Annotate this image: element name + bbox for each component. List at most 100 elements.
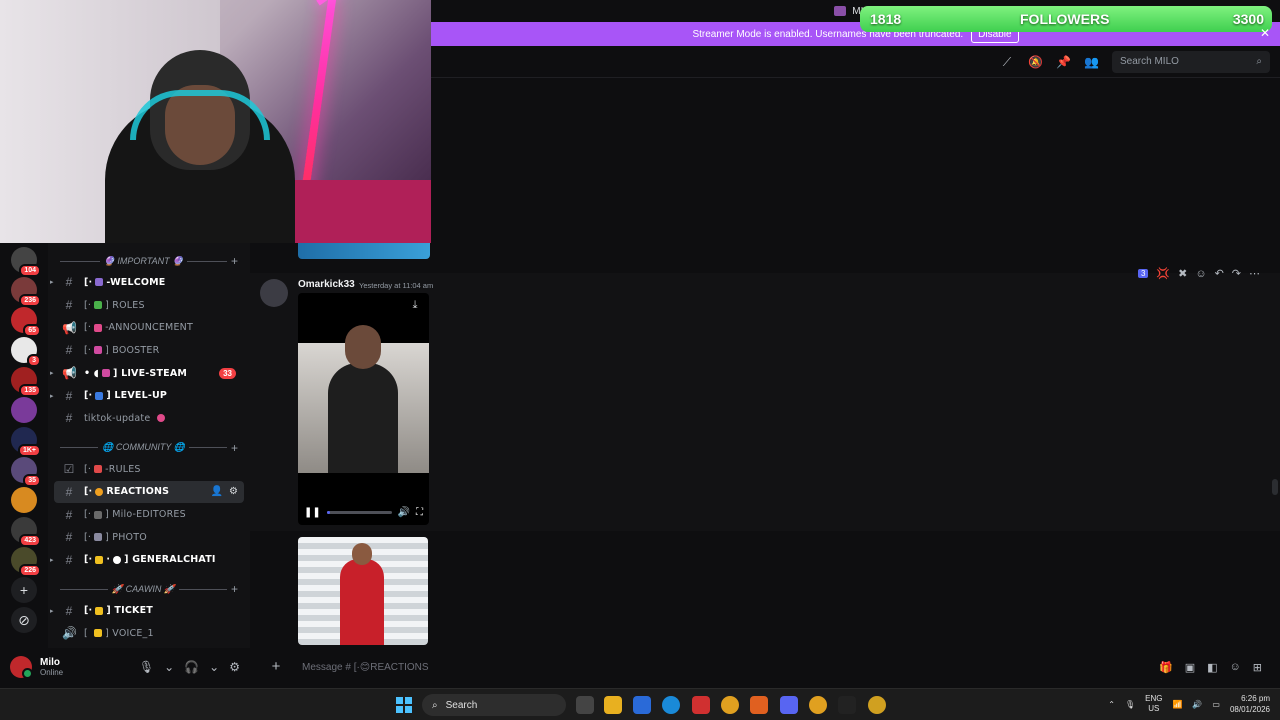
scrollbar[interactable]: [1272, 479, 1278, 495]
threads-icon[interactable]: ⟋: [1000, 55, 1014, 69]
channel-tiktok-update[interactable]: # tiktok-update: [54, 407, 244, 430]
taskbar-search[interactable]: ⌕ Search: [422, 694, 566, 716]
file-explorer-icon[interactable]: [604, 696, 622, 714]
image-attachment[interactable]: [298, 537, 428, 645]
volume-icon[interactable]: 🔊: [1192, 700, 1202, 709]
gear-icon[interactable]: ⚙: [229, 660, 240, 674]
message-composer: + Message # [·😊REACTIONS 🎁 ▣ ◧ ☺ ⊞: [250, 648, 1280, 686]
message-input[interactable]: Message # [·😊REACTIONS: [302, 662, 1122, 673]
language-indicator[interactable]: ENG US: [1145, 694, 1162, 714]
pause-icon[interactable]: ❚❚: [304, 507, 321, 518]
gear-icon[interactable]: ⚙: [229, 486, 238, 497]
add-reaction-icon[interactable]: ☺: [1195, 268, 1206, 280]
start-button[interactable]: [396, 697, 412, 713]
clock[interactable]: 6:26 pm 08/01/2026: [1230, 693, 1270, 715]
category-caawin[interactable]: 🚀 CAAWIN 🚀 +: [48, 579, 250, 599]
server-icon[interactable]: 1K+: [11, 427, 41, 457]
apps-icon[interactable]: ⊞: [1253, 661, 1262, 674]
avatar[interactable]: [260, 279, 288, 307]
add-channel-icon[interactable]: +: [231, 441, 238, 455]
app-icon[interactable]: [750, 696, 768, 714]
sticker-icon[interactable]: ◧: [1207, 661, 1217, 674]
server-icon[interactable]: 35: [11, 457, 41, 487]
app-icon[interactable]: [692, 696, 710, 714]
volume-icon[interactable]: 🔊: [398, 507, 410, 518]
chrome-icon[interactable]: [868, 696, 886, 714]
channel-live-stream[interactable]: ▸ 📢 • ◖] LIVE-STEAM 33: [50, 362, 244, 385]
notification-bell-icon[interactable]: 🔕: [1028, 55, 1043, 69]
server-icon[interactable]: 135: [11, 367, 41, 397]
server-icon[interactable]: [11, 487, 37, 513]
microphone-icon[interactable]: 🎙: [139, 660, 154, 674]
edge-icon[interactable]: [662, 696, 680, 714]
member-list-icon[interactable]: 👥: [1084, 55, 1099, 69]
reply-icon[interactable]: ↶: [1215, 267, 1224, 280]
microphone-icon[interactable]: 🎙: [1125, 700, 1135, 709]
discord-icon[interactable]: [780, 696, 798, 714]
channel-rules[interactable]: ☑ [· -RULES: [54, 458, 244, 481]
server-icon[interactable]: 3: [11, 337, 41, 367]
task-view-icon[interactable]: [576, 696, 594, 714]
channel-roles[interactable]: # [·] ROLES: [54, 294, 244, 317]
channel-ticket[interactable]: ▸ # [·] TICKET: [50, 599, 244, 622]
add-channel-icon[interactable]: +: [231, 582, 238, 596]
video-player[interactable]: ⤓ ❚❚ 🔊 ⛶: [298, 293, 429, 525]
server-icon[interactable]: [11, 397, 37, 423]
wifi-icon[interactable]: 📶: [1172, 700, 1182, 709]
chevron-down-icon[interactable]: ⌄: [209, 660, 219, 674]
reaction-icon[interactable]: ✖: [1178, 267, 1187, 280]
hash-icon: #: [65, 388, 73, 403]
category-label: 🔮 IMPORTANT 🔮: [103, 255, 184, 266]
emoji-icon[interactable]: ☺: [1230, 661, 1241, 674]
server-icon[interactable]: 226: [11, 547, 41, 577]
channel-list: 🔮 IMPORTANT 🔮 + ▸ # [· -WELCOME # [·] ROLES …: [48, 243, 250, 648]
close-icon[interactable]: ✕: [1260, 26, 1270, 40]
category-important[interactable]: 🔮 IMPORTANT 🔮 +: [48, 251, 250, 271]
chevron-right-icon: ▸: [50, 607, 54, 615]
channel-milo-editores[interactable]: # [·] Milo-EDITORES: [54, 503, 244, 526]
channel-header: ⟋ 🔕 📌 👥 Search MILO ⌕: [431, 46, 1280, 78]
server-icon[interactable]: 65: [11, 307, 41, 337]
forward-icon[interactable]: ↷: [1232, 267, 1241, 280]
store-icon[interactable]: [633, 696, 651, 714]
add-channel-icon[interactable]: +: [231, 254, 238, 268]
chevron-down-icon[interactable]: ⌄: [164, 660, 174, 674]
message-author[interactable]: Omarkick33: [298, 279, 355, 290]
chevron-up-icon[interactable]: ⌃: [1108, 700, 1115, 709]
chrome-icon[interactable]: [809, 696, 827, 714]
gif-icon[interactable]: ▣: [1185, 661, 1195, 674]
channel-photo[interactable]: # [·] PHOTO: [54, 526, 244, 549]
hash-icon: #: [65, 552, 73, 567]
channel-level-up[interactable]: ▸ # [·] LEVEL-UP: [50, 384, 244, 407]
channel-reactions[interactable]: # [· REACTIONS 👤 ⚙: [54, 480, 244, 504]
search-input[interactable]: Search MILO ⌕: [1112, 50, 1270, 73]
avatar[interactable]: [10, 656, 33, 679]
more-icon[interactable]: ⋯: [1249, 267, 1260, 280]
terminal-icon[interactable]: [838, 696, 856, 714]
pin-icon[interactable]: 📌: [1056, 55, 1071, 69]
server-icon[interactable]: 104: [11, 247, 41, 277]
previous-attachment[interactable]: [298, 243, 430, 259]
category-community[interactable]: 🌐 COMMUNITY 🌐 +: [48, 438, 250, 458]
hash-icon: #: [65, 507, 73, 522]
channel-booster[interactable]: # [·] BOOSTER: [54, 339, 244, 362]
add-server-icon[interactable]: +: [11, 577, 37, 603]
channel-welcome[interactable]: ▸ # [· -WELCOME: [50, 271, 244, 294]
reaction-icon[interactable]: 💢: [1156, 267, 1170, 280]
chrome-icon[interactable]: [721, 696, 739, 714]
fullscreen-icon[interactable]: ⛶: [416, 507, 423, 518]
add-attachment-icon[interactable]: +: [268, 659, 284, 675]
channel-announcement[interactable]: 📢 [· -ANNOUNCEMENT: [54, 316, 244, 339]
channel-generalchat[interactable]: ▸ # [· ·] GENERALCHATI: [50, 549, 244, 572]
server-icon[interactable]: 236: [11, 277, 41, 307]
video-progress-bar[interactable]: [326, 510, 392, 514]
invite-icon[interactable]: 👤: [211, 486, 223, 497]
discover-icon[interactable]: ⊘: [11, 607, 37, 633]
server-icon[interactable]: 423: [11, 517, 41, 547]
gift-icon[interactable]: 🎁: [1159, 661, 1173, 674]
reaction-count[interactable]: 3: [1137, 269, 1149, 278]
download-icon[interactable]: ⤓: [407, 299, 423, 315]
channel-voice[interactable]: 🔊[ ] VOICE_1: [54, 622, 244, 645]
battery-icon[interactable]: ▭: [1212, 700, 1220, 709]
headphones-icon[interactable]: 🎧: [184, 660, 199, 674]
